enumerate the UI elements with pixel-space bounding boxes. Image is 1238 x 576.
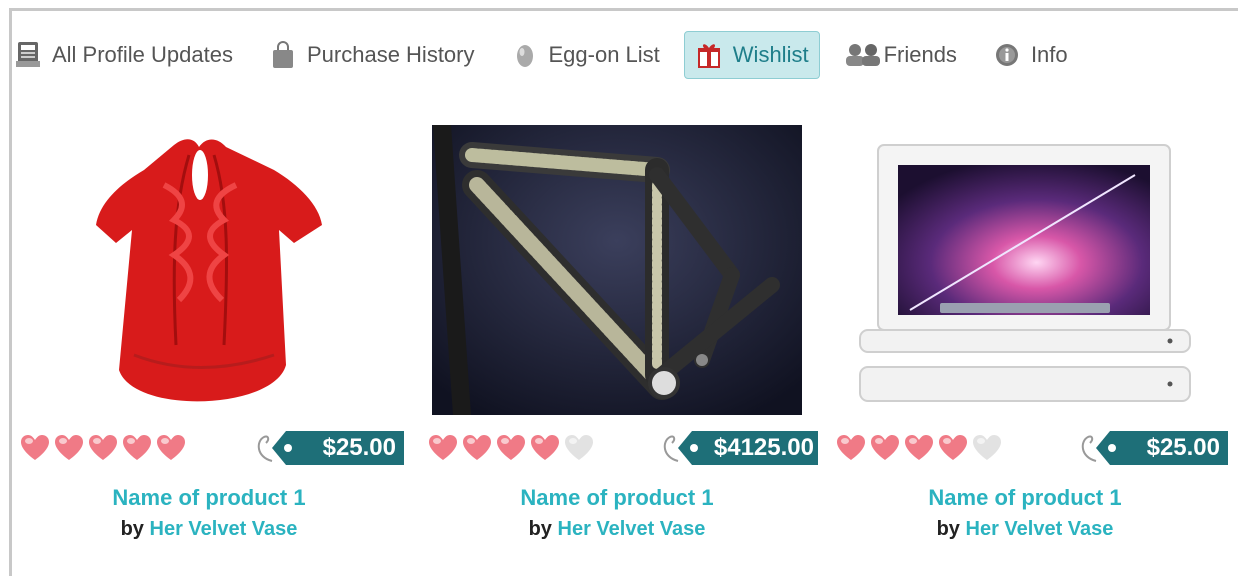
heart-filled-icon[interactable] xyxy=(904,434,934,462)
product-meta: $25.00 xyxy=(14,430,404,470)
heart-filled-icon[interactable] xyxy=(496,434,526,462)
tab-label: Friends xyxy=(883,42,957,67)
friends-icon xyxy=(844,41,884,69)
rating-hearts[interactable] xyxy=(836,434,1006,462)
heart-filled-icon[interactable] xyxy=(836,434,866,462)
heart-filled-icon[interactable] xyxy=(20,434,50,462)
profile-tabs: All Profile Updates Purchase History Egg… xyxy=(14,30,1092,80)
seller-link[interactable]: Her Velvet Vase xyxy=(558,518,706,540)
price-label: $25.00 xyxy=(1096,431,1228,465)
heart-filled-icon[interactable] xyxy=(88,434,118,462)
heart-filled-icon[interactable] xyxy=(428,434,458,462)
bicycle-frame-image[interactable] xyxy=(432,125,802,415)
by-prefix: by xyxy=(936,518,960,540)
heart-filled-icon[interactable] xyxy=(54,434,84,462)
heart-filled-icon[interactable] xyxy=(122,434,152,462)
price-label: $4125.00 xyxy=(678,431,818,465)
seller-link[interactable]: Her Velvet Vase xyxy=(150,518,298,540)
gift-icon xyxy=(695,41,723,69)
product-name-link[interactable]: Name of product 1 xyxy=(830,485,1220,511)
product-meta: $25.00 xyxy=(830,430,1228,470)
tab-label: Purchase History xyxy=(306,42,475,67)
rating-hearts[interactable] xyxy=(20,434,190,462)
seller-link[interactable]: Her Velvet Vase xyxy=(966,518,1114,540)
heart-empty-icon[interactable] xyxy=(564,434,594,462)
rating-hearts[interactable] xyxy=(428,434,598,462)
egg-icon xyxy=(511,41,539,69)
price-value: $4125.00 xyxy=(713,434,814,461)
price-tag: $25.00 xyxy=(1078,430,1228,466)
tab-purchase-history[interactable]: Purchase History xyxy=(257,31,487,79)
price-value: $25.00 xyxy=(322,434,396,461)
product-seller: by Her Velvet Vase xyxy=(830,518,1220,541)
heart-filled-icon[interactable] xyxy=(938,434,968,462)
price-label: $25.00 xyxy=(272,431,404,465)
heart-filled-icon[interactable] xyxy=(870,434,900,462)
shopping-bag-icon xyxy=(269,41,297,69)
newspaper-icon xyxy=(14,41,42,69)
tab-egg-on-list[interactable]: Egg-on List xyxy=(499,31,672,79)
heart-empty-icon[interactable] xyxy=(972,434,1002,462)
heart-filled-icon[interactable] xyxy=(530,434,560,462)
tab-wishlist[interactable]: Wishlist xyxy=(683,31,820,79)
product-meta: $4125.00 xyxy=(422,430,818,470)
info-icon xyxy=(993,41,1021,69)
tab-friends[interactable]: Friends xyxy=(832,31,969,79)
red-blouse-image[interactable] xyxy=(24,125,369,415)
by-prefix: by xyxy=(120,518,144,540)
tab-label: Wishlist xyxy=(732,42,809,67)
price-tag: $4125.00 xyxy=(660,430,818,466)
by-prefix: by xyxy=(528,518,552,540)
heart-filled-icon[interactable] xyxy=(156,434,186,462)
price-tag: $25.00 xyxy=(254,430,404,466)
tab-info[interactable]: Info xyxy=(981,31,1080,79)
price-value: $25.00 xyxy=(1146,434,1220,461)
product-name-link[interactable]: Name of product 1 xyxy=(422,485,812,511)
heart-filled-icon[interactable] xyxy=(462,434,492,462)
product-name-link[interactable]: Name of product 1 xyxy=(14,485,404,511)
product-seller: by Her Velvet Vase xyxy=(14,518,404,541)
laptop-image[interactable] xyxy=(840,125,1210,415)
tab-all-profile-updates[interactable]: All Profile Updates xyxy=(14,31,245,79)
tab-label: Egg-on List xyxy=(548,42,660,67)
tab-label: Info xyxy=(1030,42,1068,67)
product-seller: by Her Velvet Vase xyxy=(422,518,812,541)
tab-label: All Profile Updates xyxy=(52,42,233,67)
